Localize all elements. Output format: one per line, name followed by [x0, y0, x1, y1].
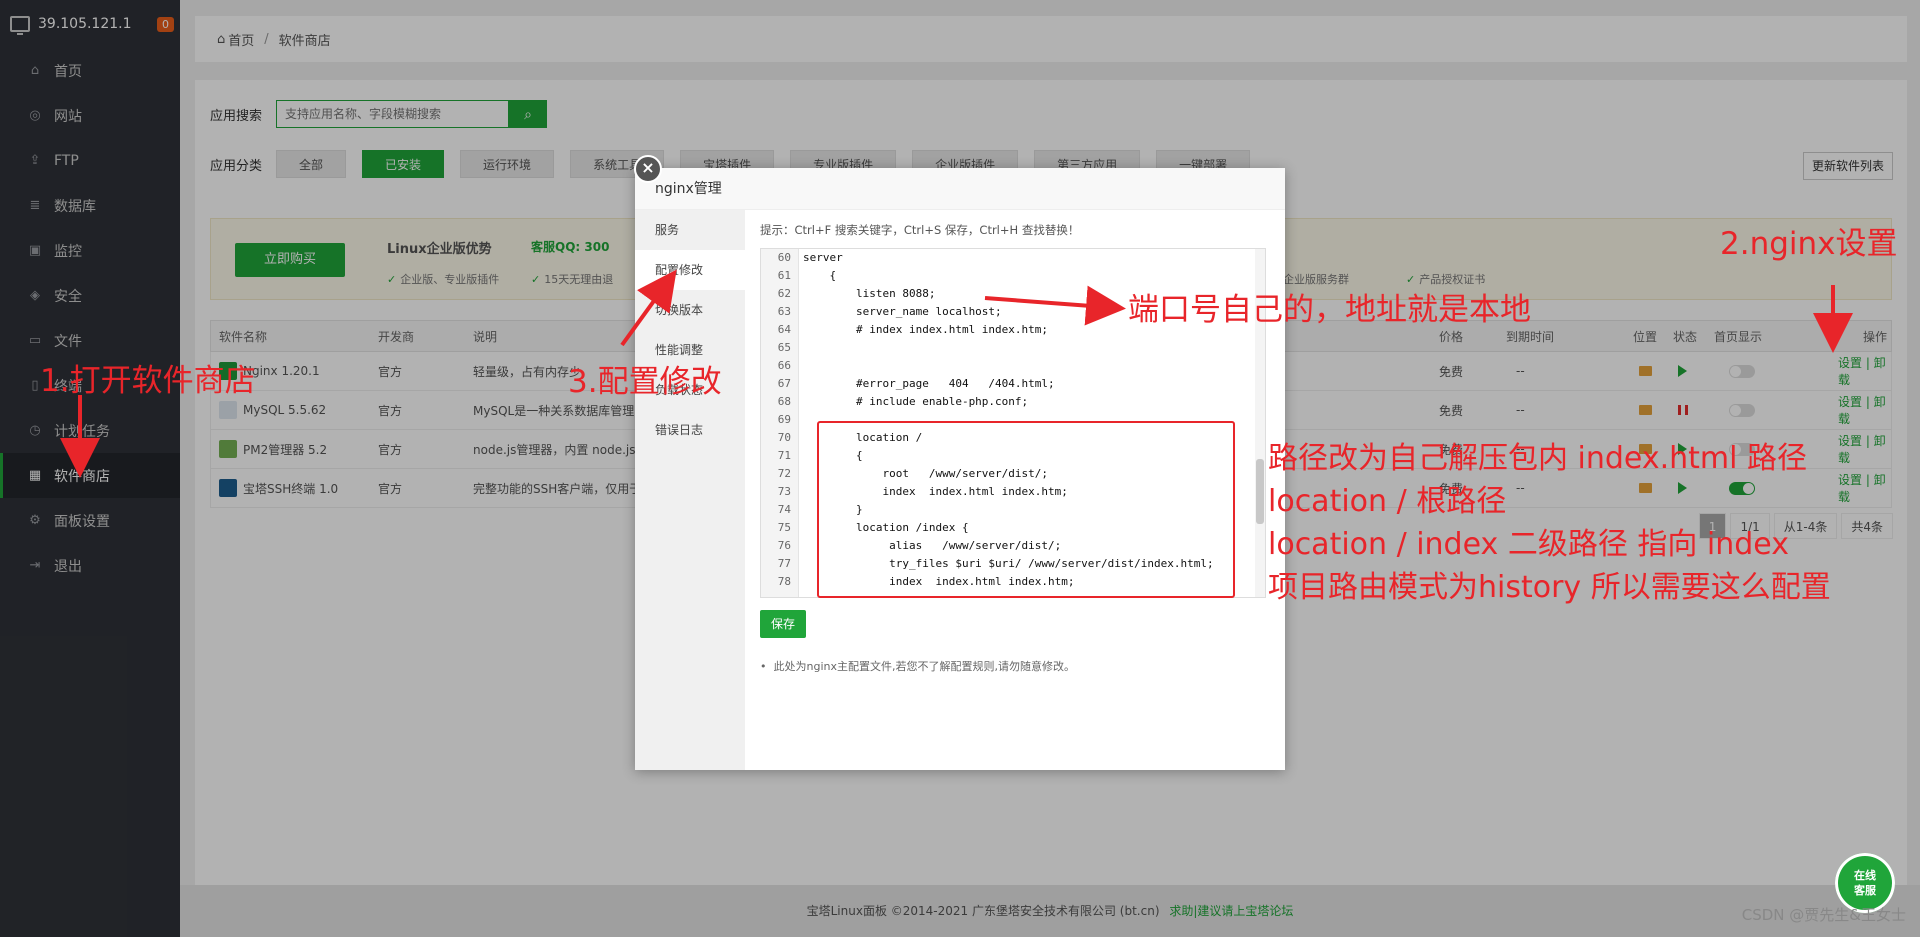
arrow-port — [984, 285, 1126, 326]
chat-label-2: 客服 — [1854, 884, 1876, 897]
annotation-path3: location / index 二级路径 指向 index — [1268, 527, 1789, 562]
annotation-step2: 2.nginx设置 — [1720, 226, 1898, 262]
watermark: CSDN @贾先生&王女士 — [1741, 906, 1906, 924]
annotation-path1: 路径改为自己解压包内 index.html 路径 — [1268, 441, 1808, 476]
annotation-step1: 1.打开软件商店 — [40, 363, 256, 399]
annotation-step3: 3.配置修改 — [568, 364, 722, 400]
annotation-port: 端口号自己的，地址就是本地 — [1128, 292, 1531, 328]
annotation-path2: location / 根路径 — [1268, 484, 1507, 519]
arrow-step3 — [620, 269, 677, 347]
chat-label-1: 在线 — [1854, 869, 1876, 882]
annotation-path4: 项目路由模式为history 所以需要这么配置 — [1268, 570, 1831, 605]
